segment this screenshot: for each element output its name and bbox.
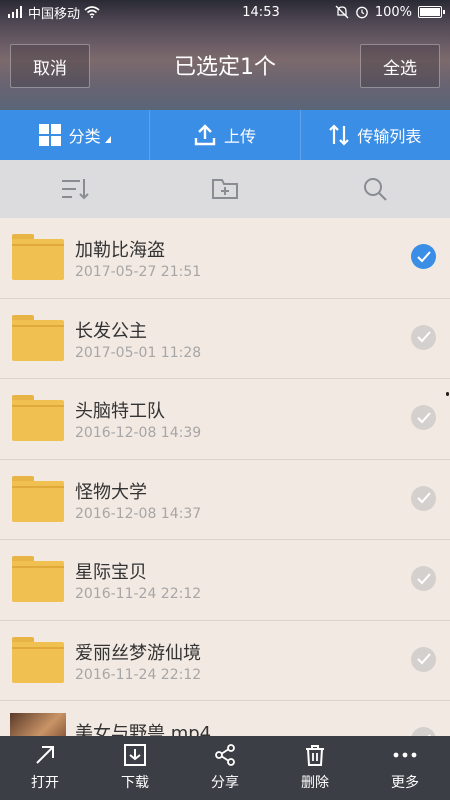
share-icon [215, 744, 235, 766]
list-item[interactable]: 美女与野兽.mp4 [0, 701, 450, 736]
video-thumbnail [10, 713, 66, 736]
bottom-action-bar: 打开 下载 分享 删除 更多 [0, 736, 450, 800]
file-date: 2016-12-08 14:39 [75, 425, 202, 441]
open-button[interactable]: 打开 [0, 736, 90, 800]
sort-icon [62, 179, 89, 200]
folder-icon [12, 475, 64, 522]
selection-checkbox[interactable] [411, 405, 436, 430]
action-row [0, 160, 450, 218]
search-icon [364, 178, 387, 201]
select-all-button[interactable]: 全选 [360, 44, 440, 88]
download-label: 下载 [121, 775, 149, 791]
file-date: 2017-05-27 21:51 [75, 264, 202, 280]
selection-checkbox[interactable] [411, 324, 436, 350]
more-dots-icon [393, 752, 417, 758]
alarm-icon [355, 6, 368, 19]
wifi-icon [84, 6, 100, 18]
clock: 14:53 [242, 4, 280, 20]
file-name: 星际宝贝 [75, 562, 147, 583]
checkmark-icon [416, 331, 431, 343]
checkmark-icon [416, 653, 431, 665]
folder-icon [12, 395, 64, 441]
mute-bell-icon [335, 5, 349, 19]
folder-icon [12, 234, 64, 280]
transfer-icon [329, 124, 350, 146]
status-bar: 中国移动 14:53 100% [0, 0, 450, 24]
category-button[interactable]: 分类 [0, 110, 151, 160]
file-name: 加勒比海盗 [75, 240, 165, 261]
folder-icon [12, 314, 64, 361]
share-label: 分享 [211, 775, 239, 791]
download-icon [124, 744, 146, 766]
upload-button[interactable]: 上传 [150, 110, 301, 160]
carrier-name: 中国移动 [28, 6, 81, 22]
scrollbar[interactable] [446, 392, 449, 396]
checkmark-icon [416, 411, 431, 423]
file-name: 头脑特工队 [75, 401, 165, 422]
delete-button[interactable]: 删除 [270, 736, 360, 800]
list-item[interactable]: 加勒比海盗 2017-05-27 21:51 [0, 218, 450, 299]
download-button[interactable]: 下载 [90, 736, 180, 800]
file-date: 2017-05-01 11:28 [75, 344, 202, 361]
transfer-list-label: 传输列表 [357, 127, 422, 146]
toolbar: 分类 上传 传输列表 [0, 110, 450, 160]
share-button[interactable]: 分享 [180, 736, 270, 800]
sort-button[interactable] [0, 177, 150, 201]
transfer-list-button[interactable]: 传输列表 [301, 110, 450, 160]
list-item[interactable]: 怪物大学 2016-12-08 14:37 [0, 459, 450, 540]
file-date: 2016-12-08 14:37 [75, 505, 202, 522]
selection-checkbox[interactable] [411, 485, 436, 511]
upload-icon [194, 124, 216, 146]
checkmark-icon [416, 492, 431, 504]
battery-percent: 100% [374, 4, 412, 20]
more-label: 更多 [391, 775, 419, 791]
list-item[interactable]: 爱丽丝梦游仙境 2016-11-24 22:12 [0, 620, 450, 701]
selection-checkbox[interactable] [411, 244, 436, 269]
checkmark-icon [416, 572, 431, 584]
file-date: 2016-11-24 22:12 [75, 666, 202, 683]
checkmark-icon [416, 250, 431, 262]
signal-icon [8, 6, 22, 18]
folder-icon [12, 556, 64, 602]
file-name: 美女与野兽.mp4 [75, 723, 212, 736]
list-item[interactable]: 长发公主 2017-05-01 11:28 [0, 298, 450, 379]
page-title: 已选定1个 [174, 55, 276, 80]
list-item[interactable]: 头脑特工队 2016-12-08 14:39 [0, 379, 450, 460]
grid-icon [38, 124, 61, 146]
selection-checkbox[interactable] [411, 566, 436, 591]
selection-checkbox[interactable] [411, 646, 436, 672]
new-folder-button[interactable] [150, 177, 300, 201]
cancel-button[interactable]: 取消 [10, 44, 90, 88]
delete-label: 删除 [301, 775, 329, 791]
open-arrow-icon [36, 746, 54, 764]
file-list: 加勒比海盗 2017-05-27 21:51 长发公主 2017-05-01 1… [0, 218, 450, 736]
header-background: 中国移动 14:53 100% 取消 已选定1个 全选 [0, 0, 450, 110]
file-name: 长发公主 [75, 320, 147, 342]
trash-icon [306, 745, 324, 766]
open-label: 打开 [31, 775, 59, 791]
selection-checkbox[interactable] [411, 727, 436, 736]
category-label: 分类 [68, 127, 101, 146]
dropdown-caret-icon [104, 135, 111, 143]
file-date: 2016-11-24 22:12 [75, 586, 202, 602]
new-folder-icon [212, 179, 238, 199]
search-button[interactable] [300, 176, 450, 202]
folder-icon [12, 636, 64, 683]
file-name: 爱丽丝梦游仙境 [75, 642, 201, 664]
battery-icon [418, 6, 445, 18]
more-button[interactable]: 更多 [360, 736, 450, 800]
upload-label: 上传 [223, 127, 256, 146]
file-name: 怪物大学 [75, 481, 147, 503]
list-item[interactable]: 星际宝贝 2016-11-24 22:12 [0, 540, 450, 621]
